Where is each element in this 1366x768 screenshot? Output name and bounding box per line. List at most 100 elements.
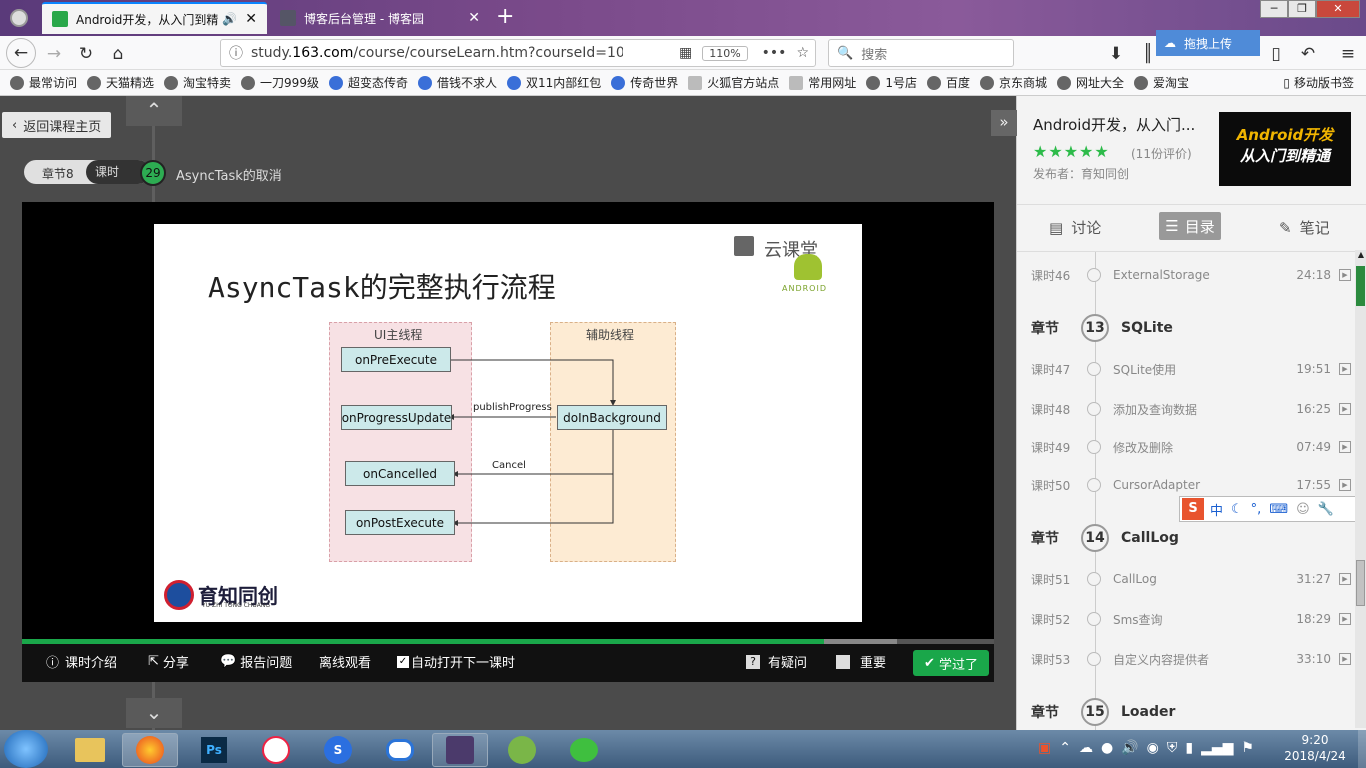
play-icon[interactable]: ▶	[1339, 613, 1351, 625]
keyboard-icon[interactable]: ⌨	[1269, 502, 1288, 517]
maximize-button[interactable]: ❐	[1288, 0, 1316, 18]
next-lesson-button[interactable]: ⌄	[126, 698, 182, 728]
usb-tray-icon[interactable]: ▮	[1185, 740, 1193, 756]
bookmark-item[interactable]: 一刀999级	[241, 74, 319, 91]
checkbox-checked-icon[interactable]: ✓	[397, 655, 409, 668]
back-button[interactable]: ←	[6, 38, 36, 68]
bookmark-item[interactable]: 双11内部红包	[506, 74, 601, 91]
mobile-bookmarks[interactable]: ▯ 移动版书签	[1283, 74, 1354, 91]
question-button[interactable]: ? 有疑问	[746, 652, 807, 671]
bookmark-item[interactable]: 网址大全	[1056, 74, 1124, 91]
wechat-tray-icon[interactable]: ●	[1101, 740, 1113, 756]
firefox-menu-icon[interactable]	[10, 9, 28, 27]
moon-icon[interactable]: ☾	[1231, 502, 1243, 517]
toc-lesson-row[interactable]: 课时48 添加及查询数据 16:25 ▶	[1031, 396, 1351, 422]
start-button[interactable]	[4, 730, 48, 768]
baidu-cloud-icon[interactable]	[372, 733, 428, 767]
scroll-thumb[interactable]	[1356, 560, 1365, 606]
flag-tray-icon[interactable]: ⚑	[1241, 740, 1254, 756]
important-button[interactable]: 重要	[836, 652, 886, 671]
show-desktop-button[interactable]	[1358, 730, 1366, 768]
play-icon[interactable]: ▶	[1339, 479, 1351, 491]
network-tray-icon[interactable]: ▂▄▆	[1201, 740, 1233, 756]
course-cover[interactable]: Android开发 从入门到精通	[1219, 112, 1351, 186]
undo-icon[interactable]: ↶	[1294, 40, 1322, 68]
reload-button[interactable]: ↻	[72, 40, 100, 68]
photoshop-icon[interactable]: Ps	[186, 733, 242, 767]
play-icon[interactable]: ▶	[1339, 653, 1351, 665]
toc-chapter-row[interactable]: 章节 14 CallLog	[1031, 522, 1351, 554]
tab-active[interactable]: Android开发，从入门到精 🔊 ✕	[42, 2, 267, 34]
close-window-button[interactable]: ✕	[1316, 0, 1360, 18]
search-bar[interactable]: 🔍 搜索	[828, 39, 1014, 67]
upload-widget[interactable]: ☁ 拖拽上传	[1156, 30, 1260, 56]
bookmark-item[interactable]: 常用网址	[789, 74, 856, 91]
bookmark-item[interactable]: 最常访问	[10, 74, 77, 91]
share-button[interactable]: ⇱ 分享	[148, 652, 189, 671]
offline-button[interactable]: 离线观看	[319, 652, 371, 671]
sogou-browser-icon[interactable]: S	[310, 733, 366, 767]
url-bar[interactable]: ⓘ study. 163.com/course/courseLearn.htm?c…	[220, 39, 816, 67]
forward-button[interactable]: →	[40, 40, 68, 68]
video-player[interactable]: 云课堂 ANDROID AsyncTask的完整执行流程 UI主线程 辅助线程 …	[22, 202, 994, 682]
scroll-up-icon[interactable]: ▲	[1355, 250, 1366, 262]
autoplay-toggle[interactable]: ✓ 自动打开下一课时	[397, 652, 515, 671]
bookmark-item[interactable]: 传奇世界	[611, 74, 678, 91]
home-button[interactable]: ⌂	[104, 40, 132, 68]
wechat-icon[interactable]	[556, 733, 612, 767]
collapse-sidebar-button[interactable]: »	[991, 110, 1017, 136]
tab-close-icon[interactable]: ✕	[245, 11, 257, 27]
play-icon[interactable]: ▶	[1339, 403, 1351, 415]
search-input[interactable]: 搜索	[861, 44, 887, 63]
firefox-icon[interactable]	[122, 733, 178, 767]
new-tab-button[interactable]: +	[496, 4, 514, 29]
tab-close-icon[interactable]: ✕	[468, 10, 480, 26]
toc-lesson-row[interactable]: 课时46 ExternalStorage 24:18 ▶	[1031, 262, 1351, 288]
bookmark-item[interactable]: 火狐官方站点	[688, 74, 779, 91]
clock-time[interactable]: 9:20	[1294, 733, 1336, 747]
clock-date[interactable]: 2018/4/24	[1276, 749, 1354, 763]
expand-tray-icon[interactable]: ⌃	[1059, 740, 1071, 756]
toc-lesson-row[interactable]: 课时50 CursorAdapter 17:55 ▶	[1031, 472, 1351, 498]
play-icon[interactable]: ▶	[1339, 269, 1351, 281]
bookmark-item[interactable]: 天猫精选	[87, 74, 154, 91]
tab-toc[interactable]: ☰ 目录	[1159, 212, 1221, 240]
play-icon[interactable]: ▶	[1339, 573, 1351, 585]
done-button[interactable]: ✔ 学过了	[913, 650, 989, 676]
intro-button[interactable]: ⓘ 课时介绍	[46, 652, 117, 671]
speaker-icon[interactable]: 🔊	[222, 12, 237, 26]
qq-tray-icon[interactable]: ◉	[1147, 740, 1159, 756]
wrench-icon[interactable]: 🔧	[1318, 502, 1334, 517]
scroll-thumb-top[interactable]	[1356, 266, 1365, 306]
shield-tray-icon[interactable]: ⛨	[1167, 740, 1178, 756]
downloads-icon[interactable]: ⬇	[1102, 40, 1130, 68]
chat-app-icon[interactable]	[248, 733, 304, 767]
sidebar-toggle-icon[interactable]: ▯	[1262, 40, 1290, 68]
bookmark-item[interactable]: 1号店	[866, 74, 917, 91]
play-icon[interactable]: ▶	[1339, 441, 1351, 453]
bookmark-item[interactable]: 借钱不求人	[417, 74, 497, 91]
toc-lesson-row[interactable]: 课时51 CallLog 31:27 ▶	[1031, 566, 1351, 592]
bookmark-item[interactable]: 京东商城	[979, 74, 1047, 91]
scrollbar[interactable]: ▲	[1355, 250, 1366, 728]
report-button[interactable]: 💬 报告问题	[220, 652, 292, 671]
zoom-level[interactable]: 110%	[702, 45, 748, 61]
ime-toolbar[interactable]: S 中 ☾ °, ⌨ ☺ 🔧	[1179, 496, 1359, 522]
cloud-tray-icon[interactable]: ☁	[1079, 740, 1093, 756]
qr-code-icon[interactable]: ▦	[679, 45, 692, 61]
user-icon[interactable]: ☺	[1296, 502, 1310, 517]
bookmark-item[interactable]: 淘宝特卖	[164, 74, 231, 91]
toc-lesson-row[interactable]: 课时52 Sms查询 18:29 ▶	[1031, 606, 1351, 632]
file-explorer-icon[interactable]	[62, 733, 118, 767]
bookmark-star-icon[interactable]: ☆	[796, 45, 809, 61]
toc-lesson-row[interactable]: 课时49 修改及删除 07:49 ▶	[1031, 434, 1351, 460]
bookmark-item[interactable]: 超变态传奇	[328, 74, 408, 91]
toc-chapter-row[interactable]: 章节 13 SQLite	[1031, 312, 1351, 344]
sogou-tray-icon[interactable]: ▣	[1038, 740, 1051, 756]
course-title[interactable]: Android开发，从入门...	[1033, 114, 1195, 135]
android-studio-icon[interactable]	[494, 733, 550, 767]
toc-lesson-row[interactable]: 课时53 自定义内容提供者 33:10 ▶	[1031, 646, 1351, 672]
back-to-course-button[interactable]: ‹ 返回课程主页	[2, 112, 112, 138]
prev-lesson-button[interactable]: ⌃	[126, 96, 182, 126]
info-icon[interactable]: ⓘ	[229, 43, 243, 63]
